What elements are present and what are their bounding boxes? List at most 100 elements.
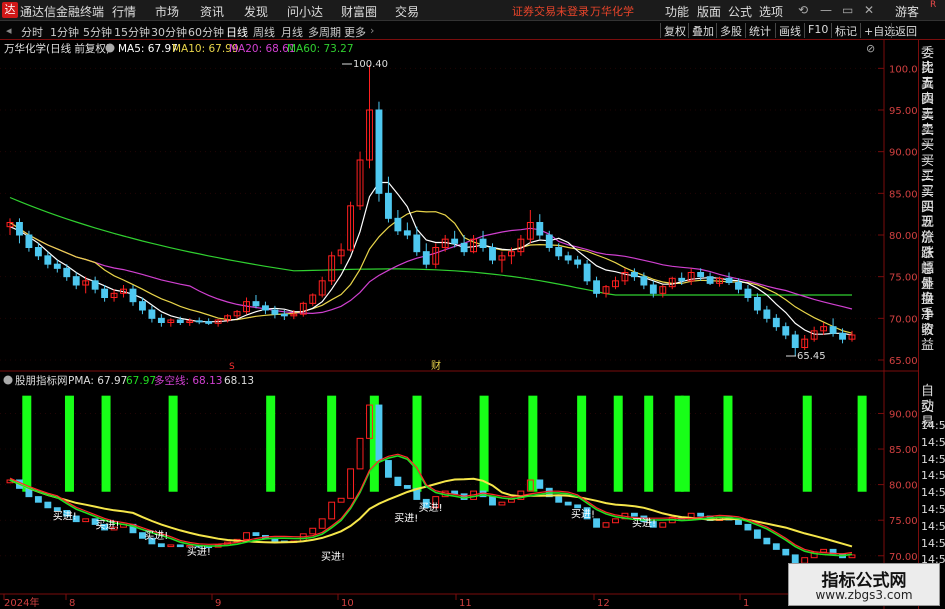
kline-chart[interactable]: 100.0 95.00 90.00 85.00 80.00 75.00 70.00 65.00… xyxy=(0,40,918,609)
tab-daily[interactable]: 日线 xyxy=(226,24,248,40)
tab-60min[interactable]: 60分钟 xyxy=(188,24,224,40)
ind-candle xyxy=(167,544,175,548)
draw-line-button[interactable]: 画线 xyxy=(775,23,801,38)
menu-options[interactable]: 选项 xyxy=(759,3,783,20)
refresh-icon[interactable]: ⟲ xyxy=(798,3,808,17)
tab-monthly[interactable]: 月线 xyxy=(281,24,303,40)
candle-body xyxy=(564,255,572,261)
candle-body xyxy=(422,251,430,265)
menu-discover[interactable]: 发现 xyxy=(244,3,268,20)
minimize-icon[interactable]: — xyxy=(820,3,832,17)
login-status[interactable]: 证券交易未登录 xyxy=(512,3,589,19)
candle-body xyxy=(839,332,846,340)
buy-signal-label: 买进! xyxy=(394,513,418,525)
candle-body xyxy=(384,192,392,219)
candle-body xyxy=(129,288,137,303)
s-marker: S xyxy=(229,362,235,372)
menu-quotes[interactable]: 行情 xyxy=(112,3,136,20)
tab-15min[interactable]: 15分钟 xyxy=(114,24,150,40)
candle-body xyxy=(460,242,468,253)
tab-more[interactable]: 更多 xyxy=(344,24,366,40)
multi-stock-button[interactable]: 多股 xyxy=(716,23,742,38)
ind-candle xyxy=(157,543,165,548)
tab-timeshare[interactable]: 分时 xyxy=(21,24,43,40)
x-axis-label: 9 xyxy=(215,598,221,609)
adjust-button[interactable]: 复权 xyxy=(660,23,686,38)
ind-candle xyxy=(498,501,506,506)
finance-marker[interactable]: 财 xyxy=(431,359,441,372)
candle-body xyxy=(536,222,544,236)
tab-weekly[interactable]: 周线 xyxy=(253,24,275,40)
back-button[interactable]: 返回 xyxy=(891,23,917,38)
statistics-button[interactable]: 统计 xyxy=(745,23,771,38)
watermark-url: www.zbgs3.com xyxy=(815,588,913,602)
tab-multi-period[interactable]: 多周期 xyxy=(308,24,341,40)
candle-body xyxy=(772,317,780,328)
menu-market[interactable]: 市场 xyxy=(155,3,179,20)
high-price-label: 100.40 xyxy=(353,59,388,70)
candle-body xyxy=(139,301,146,311)
tab-30min[interactable]: 30分钟 xyxy=(151,24,187,40)
collapse-chart-icon[interactable]: ⊘ xyxy=(866,42,875,55)
add-watchlist-button[interactable]: +自选 xyxy=(860,23,895,38)
ind-candle xyxy=(564,501,572,506)
signal-bar xyxy=(577,395,587,492)
ind-candle xyxy=(791,554,799,564)
x-axis-label: 2024年 xyxy=(4,596,39,609)
tab-5min[interactable]: 5分钟 xyxy=(83,24,112,40)
ind-tick-label: 75.00 xyxy=(889,516,918,527)
menu-ask[interactable]: 问小达 xyxy=(287,3,323,20)
price-tick-label: 85.00 xyxy=(889,189,918,200)
tick-time: 14:56 xyxy=(921,486,945,500)
buy-signal-label: 买进! xyxy=(187,546,211,558)
indicator-settings-icon[interactable] xyxy=(3,375,13,385)
mark-button[interactable]: 标记 xyxy=(831,23,857,38)
candle-body xyxy=(157,317,165,324)
tab-1min[interactable]: 1分钟 xyxy=(50,24,79,40)
signal-bar xyxy=(528,395,538,492)
toolbar-left-arrow-icon[interactable]: ◂ xyxy=(6,24,12,37)
candle-body xyxy=(451,238,459,244)
close-icon[interactable]: ✕ xyxy=(864,3,874,17)
price-tick-label: 100.0 xyxy=(889,64,918,75)
candle-body xyxy=(574,259,582,265)
ind-candle xyxy=(356,437,364,470)
menu-layout[interactable]: 版面 xyxy=(697,3,721,20)
tick-time: 14:56 xyxy=(921,452,945,466)
candle-body xyxy=(195,320,203,323)
candle-body xyxy=(791,334,799,348)
low-price-label: 65.45 xyxy=(797,351,826,362)
ind-candle xyxy=(602,522,610,528)
quote-field-label: 收益 xyxy=(921,323,935,354)
candle-body xyxy=(252,301,260,307)
ind-candle xyxy=(451,490,459,495)
signal-bar xyxy=(22,395,32,492)
guest-label[interactable]: 游客 xyxy=(895,3,919,20)
candle-body xyxy=(413,234,421,253)
f10-button[interactable]: F10 xyxy=(804,23,828,38)
candle-body xyxy=(479,238,487,249)
candle-body xyxy=(782,326,790,336)
overlay-button[interactable]: 叠加 xyxy=(688,23,714,38)
ind-candle xyxy=(507,498,515,503)
signal-bar xyxy=(479,395,489,492)
ind-tick-label: 85.00 xyxy=(889,445,918,456)
ind-candle xyxy=(347,468,355,499)
candle-body xyxy=(53,263,61,269)
signal-bar xyxy=(680,395,690,492)
tick-time: 14:56 xyxy=(921,419,945,432)
signal-bar xyxy=(802,395,812,492)
pma-label: PMA: 67.97 xyxy=(68,375,127,387)
menu-functions[interactable]: 功能 xyxy=(665,3,689,20)
maximize-icon[interactable]: ▭ xyxy=(842,3,853,17)
menu-fortune[interactable]: 财富圈 xyxy=(341,3,377,20)
menu-trade[interactable]: 交易 xyxy=(395,3,419,20)
candle-body xyxy=(101,288,109,299)
buy-signal-label: 买进! xyxy=(632,518,656,530)
menu-formula[interactable]: 公式 xyxy=(728,3,752,20)
more-chevron-icon[interactable]: › xyxy=(370,24,374,37)
candle-body xyxy=(16,222,23,236)
ma60-legend: MA60: 73.27 xyxy=(287,43,354,55)
settings-circle-icon[interactable] xyxy=(105,43,115,53)
menu-news[interactable]: 资讯 xyxy=(200,3,224,20)
